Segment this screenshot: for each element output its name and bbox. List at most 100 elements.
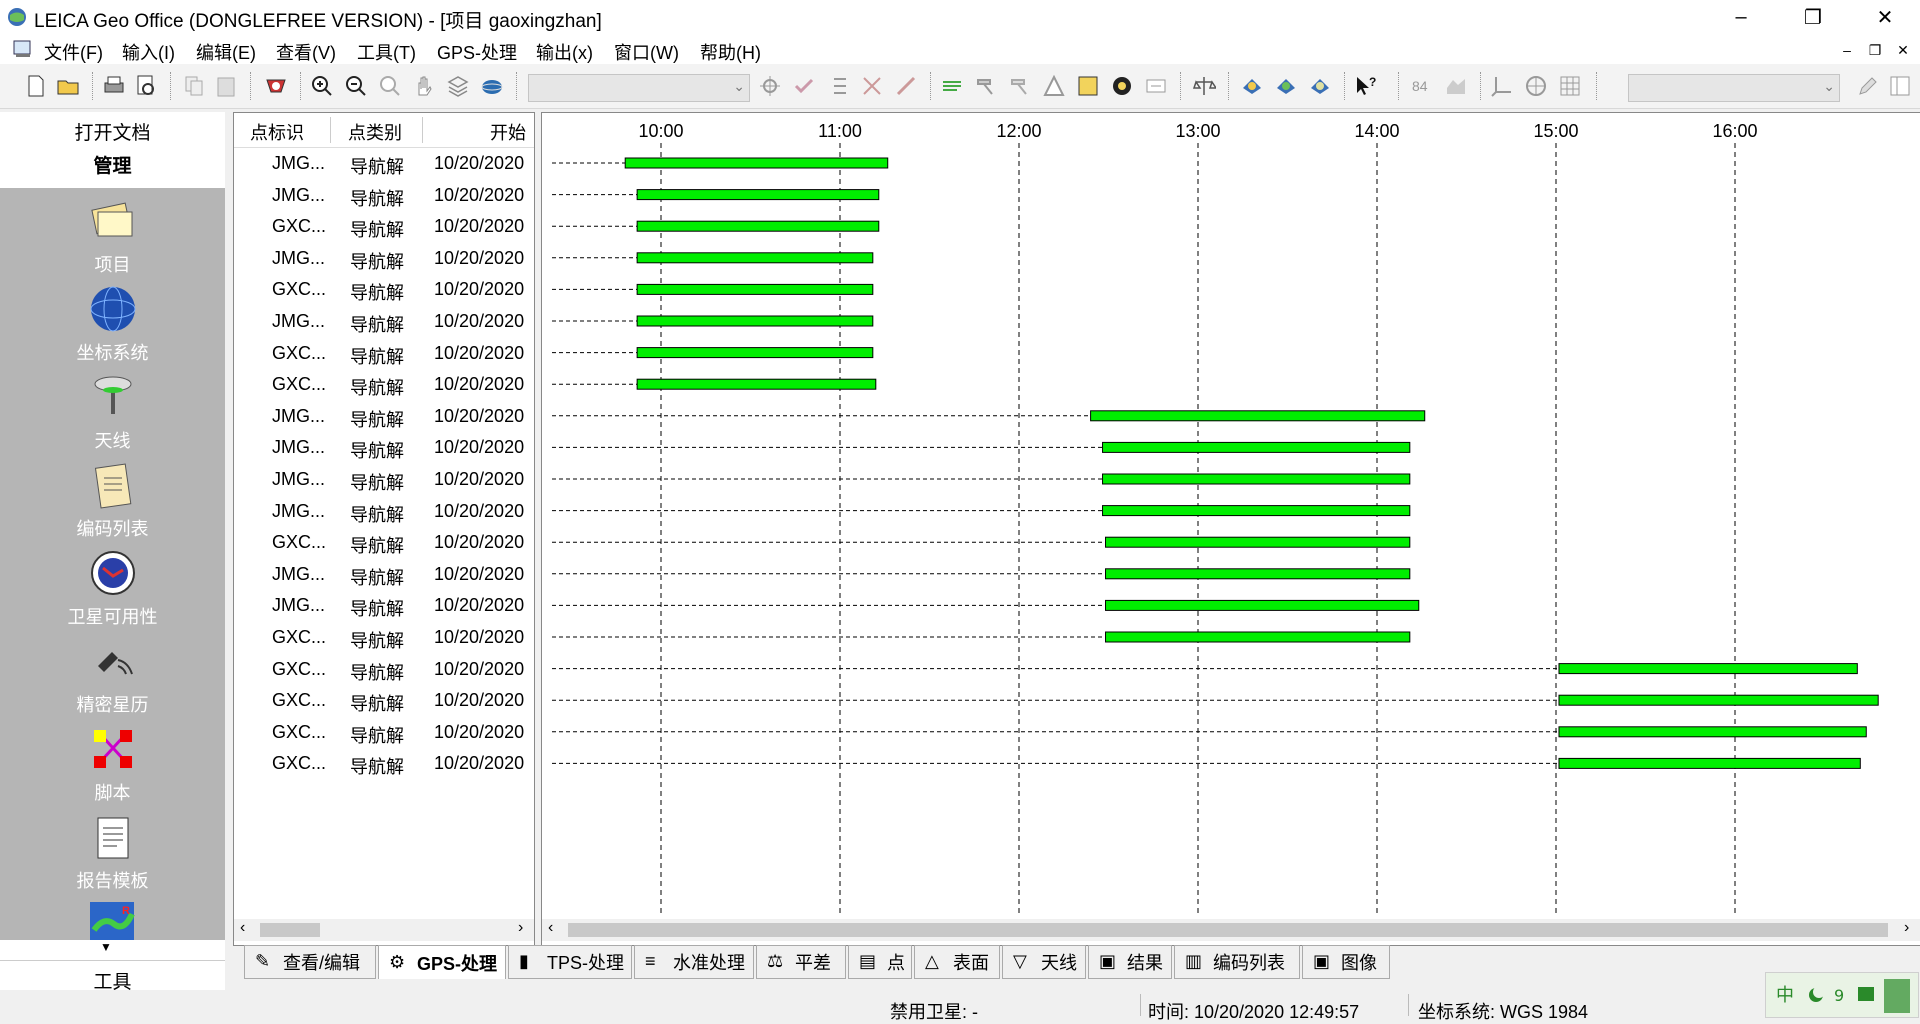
ime-tray[interactable]: 中 9 [1765, 972, 1919, 1018]
table-row[interactable]: JMG... 导航解 10/20/2020 [234, 244, 534, 274]
session-bar[interactable] [1102, 441, 1411, 453]
layers-icon[interactable] [446, 74, 470, 98]
scroll-down-icon[interactable]: ▼ [100, 940, 112, 954]
session-bar[interactable] [1102, 505, 1411, 517]
session-bar[interactable] [1090, 410, 1426, 422]
tab-tps-processing[interactable]: ▮ TPS-处理 [508, 945, 632, 979]
menu-output[interactable]: 输出(x) [536, 39, 593, 65]
menu-help[interactable]: 帮助(H) [700, 39, 761, 65]
sidebar-item-precise-ephemeris[interactable]: 精密星历 [0, 636, 225, 717]
column-header-point-type[interactable]: 点类别 [348, 119, 402, 145]
session-bar[interactable] [1105, 536, 1411, 548]
session-bar[interactable] [1558, 757, 1861, 769]
scroll-right-icon[interactable]: › [1904, 919, 1909, 937]
table-row[interactable]: GXC... 导航解 10/20/2020 [234, 686, 534, 716]
view-combo-select[interactable]: ⌄ [528, 74, 750, 102]
tab-adjustment[interactable]: ⚖ 平差 [756, 945, 846, 979]
hammer-icon[interactable] [974, 74, 998, 98]
tab-antenna[interactable]: ▽ 天线 [1002, 945, 1086, 979]
open-folder-icon[interactable] [56, 74, 80, 98]
menu-import[interactable]: 输入(I) [122, 39, 175, 65]
tab-code-list[interactable]: ▥ 编码列表 [1174, 945, 1300, 979]
manage-section-header[interactable]: 管理 [0, 152, 225, 182]
table-row[interactable]: GXC... 导航解 10/20/2020 [234, 212, 534, 242]
zoom-extent-icon[interactable] [378, 74, 402, 98]
session-bar[interactable] [636, 252, 874, 264]
map-tool-icon[interactable]: R [88, 900, 136, 940]
session-bar[interactable] [624, 157, 889, 169]
check-icon[interactable] [792, 74, 816, 98]
wgs84-icon[interactable]: 84 [1410, 74, 1434, 98]
scroll-right-icon[interactable]: › [518, 919, 523, 937]
session-bar[interactable] [1558, 726, 1867, 738]
sidebar-item-satellite-availability[interactable]: 卫星可用性 [0, 548, 225, 629]
table-row[interactable]: JMG... 导航解 10/20/2020 [234, 402, 534, 432]
session-bar[interactable] [1105, 568, 1411, 580]
table-row[interactable]: JMG... 导航解 10/20/2020 [234, 433, 534, 463]
zoom-in-icon[interactable] [310, 74, 334, 98]
tab-leveling[interactable]: ≡ 水准处理 [634, 945, 754, 979]
transform-a-icon[interactable] [1240, 74, 1264, 98]
process-icon[interactable] [1076, 74, 1100, 98]
session-bar[interactable] [1558, 663, 1858, 675]
open-documents-button[interactable]: 打开文档 [0, 118, 225, 145]
table-row[interactable]: JMG... 导航解 10/20/2020 [234, 149, 534, 179]
new-file-icon[interactable] [24, 74, 48, 98]
menu-window[interactable]: 窗口(W) [614, 39, 679, 65]
menu-edit[interactable]: 编辑(E) [196, 39, 256, 65]
session-bar[interactable] [636, 220, 880, 232]
menu-file[interactable]: 文件(F) [44, 39, 103, 65]
list-icon[interactable] [826, 74, 850, 98]
repair-icon[interactable] [894, 74, 918, 98]
session-bar[interactable] [636, 189, 880, 201]
tab-surface[interactable]: △ 表面 [914, 945, 1000, 979]
edit-pen-icon[interactable] [1856, 74, 1880, 98]
globe-view-icon[interactable] [480, 74, 504, 98]
column-header-point-id[interactable]: 点标识 [250, 119, 304, 145]
mdi-restore-button[interactable]: ❐ [1864, 40, 1886, 60]
tools-section-header[interactable]: 工具 [0, 960, 225, 994]
help-pointer-icon[interactable]: ? [1354, 74, 1378, 98]
table-row[interactable]: JMG... 导航解 10/20/2020 [234, 307, 534, 337]
pan-hand-icon[interactable] [412, 74, 436, 98]
table-horizontal-scrollbar[interactable]: ‹ › [234, 919, 534, 941]
sidebar-item-report-template[interactable]: 报告模板 [0, 812, 225, 893]
print-icon[interactable] [102, 74, 126, 98]
paste-icon[interactable] [214, 74, 238, 98]
session-bar[interactable] [1102, 473, 1411, 485]
restore-button[interactable]: ❐ [1784, 0, 1842, 34]
table-row[interactable]: JMG... 导航解 10/20/2020 [234, 465, 534, 495]
triangle-icon[interactable] [1042, 74, 1066, 98]
session-bar[interactable] [1105, 599, 1420, 611]
sidebar-item-antenna[interactable]: 天线 [0, 372, 225, 453]
grid-globe-icon[interactable] [1524, 74, 1548, 98]
table-row[interactable]: GXC... 导航解 10/20/2020 [234, 275, 534, 305]
table-row[interactable]: GXC... 导航解 10/20/2020 [234, 528, 534, 558]
satellite-tool-icon[interactable] [264, 74, 288, 98]
crosshair-icon[interactable] [758, 74, 782, 98]
sidebar-item-coordinate-system[interactable]: 坐标系统 [0, 284, 225, 365]
tab-view-edit[interactable]: ✎ 查看/编辑 [244, 945, 376, 979]
table-row[interactable]: GXC... 导航解 10/20/2020 [234, 749, 534, 779]
tab-images[interactable]: ▣ 图像 [1302, 945, 1390, 979]
menu-gps-processing[interactable]: GPS-处理 [437, 39, 517, 65]
grid-icon[interactable] [1558, 74, 1582, 98]
tab-gps-processing[interactable]: ⚙ GPS-处理 [378, 945, 506, 979]
menu-view[interactable]: 查看(V) [276, 39, 336, 65]
delete-list-icon[interactable] [860, 74, 884, 98]
table-row[interactable]: GXC... 导航解 10/20/2020 [234, 339, 534, 369]
session-bar[interactable] [1105, 631, 1411, 643]
mdi-close-button[interactable]: ✕ [1892, 40, 1914, 60]
store-icon[interactable] [1144, 74, 1168, 98]
panel-toggle-icon[interactable] [1888, 74, 1912, 98]
scroll-left-icon[interactable]: ‹ [548, 919, 553, 937]
table-row[interactable]: GXC... 导航解 10/20/2020 [234, 623, 534, 653]
session-bar[interactable] [636, 347, 874, 359]
baseline-green-icon[interactable] [940, 74, 964, 98]
minimize-button[interactable]: – [1712, 0, 1770, 34]
sidebar-item-code-list[interactable]: 编码列表 [0, 460, 225, 541]
menu-tools[interactable]: 工具(T) [357, 39, 416, 65]
copy-icon[interactable] [182, 74, 206, 98]
table-row[interactable]: GXC... 导航解 10/20/2020 [234, 718, 534, 748]
mdi-minimize-button[interactable]: – [1836, 40, 1858, 60]
